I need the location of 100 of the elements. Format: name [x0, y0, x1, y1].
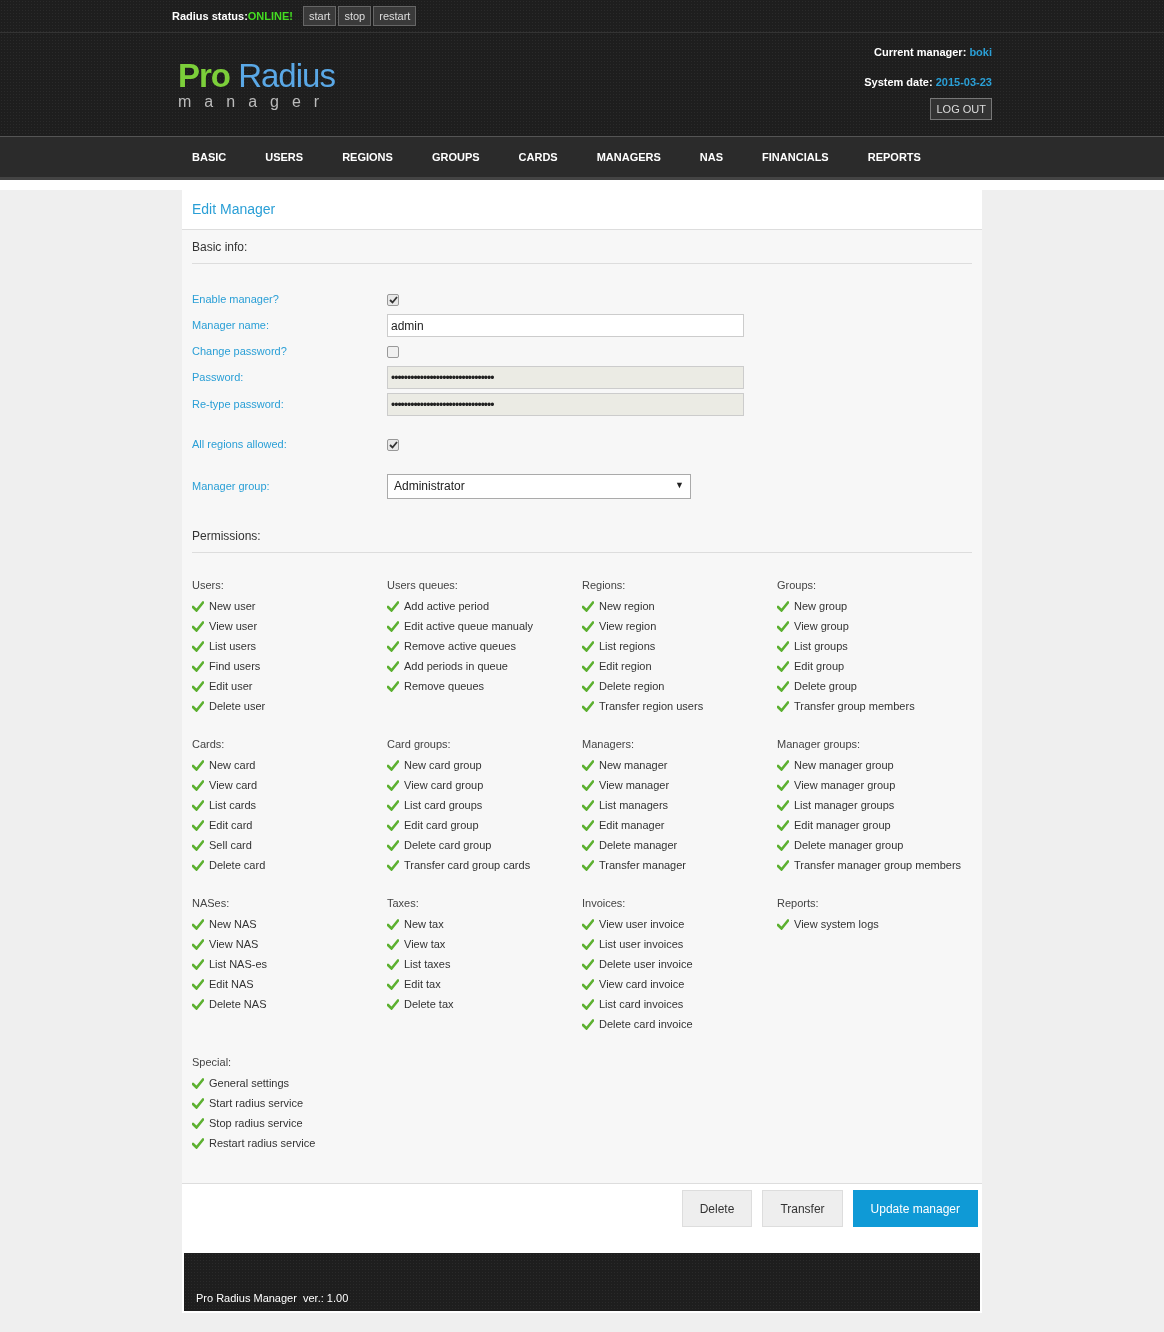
checkbox[interactable] — [387, 293, 399, 306]
permission-item: Sell card — [209, 837, 252, 853]
section-heading: Basic info: — [192, 230, 972, 264]
checkmark-icon — [192, 839, 204, 851]
checkmark-icon — [387, 958, 399, 970]
permission-item: View group — [794, 618, 849, 634]
permission-item: Edit card — [209, 817, 253, 833]
checkmark-icon — [777, 759, 789, 771]
permission-item: Transfer region users — [599, 698, 704, 714]
permission-item: View manager group — [794, 777, 896, 793]
nav-link[interactable]: NAS — [699, 148, 724, 166]
checkmark-icon — [192, 680, 204, 692]
nav-link[interactable]: GROUPS — [431, 148, 480, 166]
checkmark-icon — [582, 918, 594, 930]
checkmark-icon — [192, 998, 204, 1010]
permission-item: Delete NAS — [209, 996, 267, 1012]
permission-item: Start radius service — [209, 1095, 304, 1111]
field-label: Manager name: — [192, 318, 271, 334]
permission-item: Edit tax — [404, 976, 441, 992]
logout-button[interactable]: LOG OUT — [930, 98, 992, 120]
nav-link[interactable]: USERS — [265, 148, 304, 166]
action-button[interactable]: Transfer — [762, 1190, 843, 1227]
panel-title: Edit Manager — [192, 200, 276, 219]
permission-item: Restart radius service — [209, 1135, 316, 1151]
permission-item: View tax — [404, 936, 446, 952]
current-manager: Current manager: boki — [874, 45, 992, 60]
permission-item: New region — [599, 598, 655, 614]
checkmark-icon — [777, 839, 789, 851]
checkmark-icon — [387, 600, 399, 612]
checkmark-icon — [192, 640, 204, 652]
permission-item: View card invoice — [599, 976, 685, 992]
nav-link[interactable]: FINANCIALS — [762, 148, 829, 166]
checkmark-icon — [192, 1137, 204, 1149]
checkmark-icon — [387, 759, 399, 771]
checkmark-icon — [582, 958, 594, 970]
permission-item: Remove active queues — [404, 638, 516, 654]
permission-item: View user invoice — [599, 916, 685, 932]
checkmark-icon — [192, 660, 204, 672]
checkmark-icon — [387, 779, 399, 791]
nav-link[interactable]: REPORTS — [867, 148, 921, 166]
checkmark-icon — [192, 620, 204, 632]
checkmark-icon — [582, 799, 594, 811]
permission-item: List manager groups — [794, 797, 895, 813]
checkmark-icon — [777, 640, 789, 652]
permission-item: Delete card — [209, 857, 266, 873]
permission-item: Delete user invoice — [599, 956, 693, 972]
permission-group-title: Reports: — [777, 896, 820, 911]
nav-link[interactable]: CARDS — [518, 148, 558, 166]
checkmark-icon — [387, 978, 399, 990]
permission-group-title: Users: — [192, 578, 225, 593]
permission-item: List regions — [599, 638, 656, 654]
permission-item: New group — [794, 598, 848, 614]
nav-link[interactable]: BASIC — [192, 148, 227, 166]
checkmark-icon — [582, 938, 594, 950]
permission-item: Edit user — [209, 678, 253, 694]
nav-link[interactable]: REGIONS — [342, 148, 393, 166]
permission-item: List users — [209, 638, 257, 654]
checkmark-icon — [582, 998, 594, 1010]
checkmark-icon — [582, 640, 594, 652]
checkmark-icon — [192, 1097, 204, 1109]
checkmark-icon — [582, 660, 594, 672]
permission-item: Find users — [209, 658, 261, 674]
permission-item: Edit NAS — [209, 976, 254, 992]
permission-item: Delete manager — [599, 837, 678, 853]
service-button[interactable]: restart — [373, 6, 417, 26]
permission-group-title: Users queues: — [387, 578, 459, 593]
checkmark-icon — [582, 759, 594, 771]
permission-item: Delete manager group — [794, 837, 904, 853]
checkbox[interactable] — [387, 345, 399, 358]
permission-item: List NAS-es — [209, 956, 268, 972]
checkmark-icon — [192, 819, 204, 831]
checkmark-icon — [777, 859, 789, 871]
checkmark-icon — [387, 998, 399, 1010]
permission-group-title: Regions: — [582, 578, 627, 593]
permission-group-title: Cards: — [192, 737, 226, 752]
permission-item: Delete card invoice — [599, 1016, 693, 1032]
field-label: Manager group: — [192, 478, 271, 494]
checkbox[interactable] — [387, 438, 399, 451]
checkmark-icon — [192, 1077, 204, 1089]
checkmark-icon — [777, 680, 789, 692]
permission-item: View user — [209, 618, 258, 634]
service-button[interactable]: start — [303, 6, 337, 26]
permission-item: General settings — [209, 1075, 290, 1091]
checkmark-icon — [387, 859, 399, 871]
checkmark-icon — [777, 918, 789, 930]
checkmark-icon — [777, 620, 789, 632]
permission-item: Add periods in queue — [404, 658, 508, 674]
nav-link[interactable]: MANAGERS — [596, 148, 661, 166]
checkmark-icon — [387, 640, 399, 652]
action-button[interactable]: Delete — [681, 1190, 753, 1227]
permission-item: View card group — [404, 777, 484, 793]
checkmark-icon — [777, 660, 789, 672]
text-field[interactable]: admin — [387, 314, 744, 337]
permission-item: Delete card group — [404, 837, 492, 853]
permission-group-title: Manager groups: — [777, 737, 862, 752]
group-dropdown[interactable]: Administrator ▼ — [387, 473, 691, 499]
service-button[interactable]: stop — [338, 6, 372, 26]
checkmark-icon — [582, 1018, 594, 1030]
permission-item: Stop radius service — [209, 1115, 303, 1131]
permission-group-title: Groups: — [777, 578, 818, 593]
